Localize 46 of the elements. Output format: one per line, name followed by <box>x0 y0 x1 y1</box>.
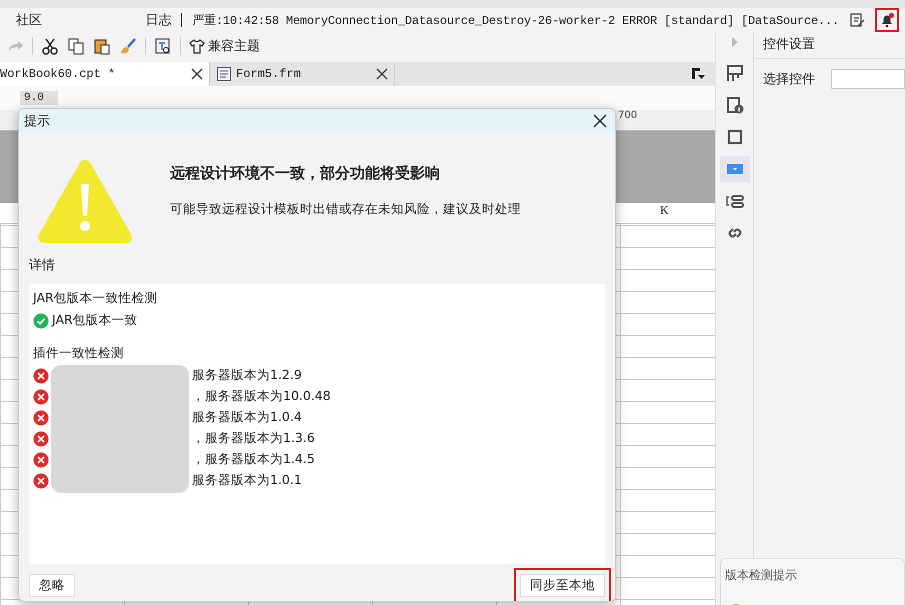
edit-icon[interactable] <box>849 12 865 28</box>
dialog-title: 提示 <box>24 113 50 130</box>
info-icon <box>724 95 744 115</box>
dialog-message: 可能导致远程设计模板时出错或存在未知风险，建议及时处理 <box>170 201 521 218</box>
check-result: 服务器版本为1.0.1 <box>192 472 302 489</box>
preview-icon[interactable] <box>154 37 172 55</box>
font-size-field[interactable]: 9.0 <box>20 91 58 105</box>
paste-icon[interactable] <box>93 37 111 55</box>
section-title: 插件一致性检测 <box>33 345 125 362</box>
file-tab[interactable]: WorkBook60.cpt * <box>0 62 210 86</box>
brush-icon[interactable] <box>119 37 137 55</box>
dropdown-button[interactable] <box>720 156 750 182</box>
panel-title: 控件设置 <box>754 32 905 59</box>
check-result: ，服务器版本为1.3.6 <box>192 430 315 447</box>
layout-icon <box>724 63 744 83</box>
check-result: JAR包版本一致 <box>52 312 138 329</box>
theme-button[interactable]: 兼容主题 <box>189 37 260 55</box>
field-label: 选择控件 <box>763 71 815 88</box>
column-header: K <box>660 203 669 219</box>
form-icon <box>216 66 232 82</box>
copy-icon[interactable] <box>67 37 85 55</box>
tab-menu-icon[interactable] <box>691 67 705 81</box>
menu-item[interactable]: 社区 <box>16 11 42 29</box>
check-result: 服务器版本为1.2.9 <box>192 367 302 384</box>
ruler-label: 700 <box>618 110 638 121</box>
close-icon[interactable] <box>593 114 607 128</box>
tab-label: WorkBook60.cpt * <box>0 67 116 81</box>
close-icon[interactable] <box>376 68 388 80</box>
scissors-icon[interactable] <box>41 37 59 55</box>
log-label[interactable]: 日志 <box>145 11 172 29</box>
shirt-icon <box>189 38 205 54</box>
bell-icon <box>879 12 895 28</box>
check-result: ，服务器版本为10.0.48 <box>192 388 331 405</box>
dialog-heading: 远程设计环境不一致，部分功能将受影响 <box>170 164 441 183</box>
notification-button[interactable] <box>875 8 899 32</box>
close-icon[interactable] <box>191 68 203 80</box>
check-result: 服务器版本为1.0.4 <box>192 409 302 426</box>
dialog-button[interactable]: 忽略 <box>29 574 75 597</box>
dialog-button[interactable]: 同步至本地 <box>520 574 605 597</box>
popup-title: 版本检测提示 <box>725 567 798 584</box>
widget-select-field[interactable] <box>831 69 905 89</box>
tab-label: Form5.frm <box>236 67 302 81</box>
details-label: 详情 <box>28 257 56 274</box>
check-result: ，服务器版本为1.4.5 <box>192 451 315 468</box>
section-title: JAR包版本一致性检测 <box>33 290 159 307</box>
log-message: 严重:10:42:58 MemoryConnection_Datasource_Destroy-26-worker-2 ERROR [standard] [DataSource... <box>192 12 839 28</box>
